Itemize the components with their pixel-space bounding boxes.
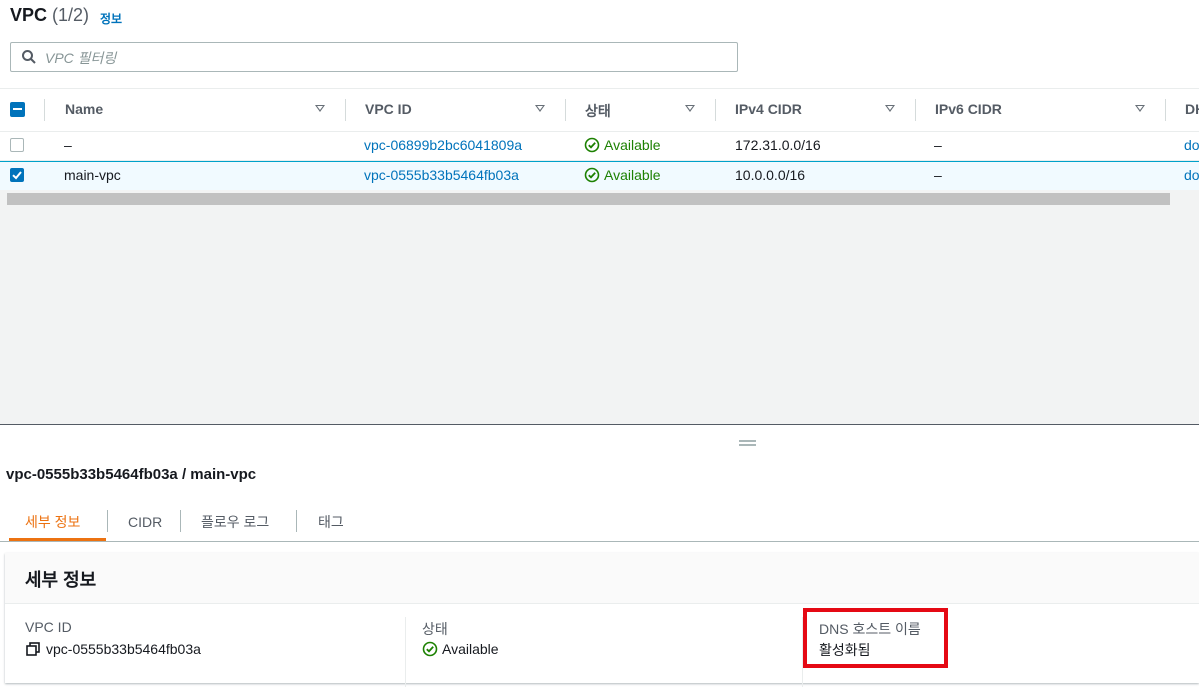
info-link[interactable]: 정보 xyxy=(100,10,122,27)
tab-tags[interactable]: 태그 xyxy=(318,512,344,532)
field-label-vpc-id: VPC ID xyxy=(25,619,72,635)
column-header-status[interactable]: 상태 xyxy=(585,101,611,121)
page-title: VPC (1/2) xyxy=(10,5,89,26)
details-panel-header xyxy=(5,553,1199,604)
highlight-box xyxy=(803,608,948,668)
row-ipv4: 10.0.0.0/16 xyxy=(735,167,806,183)
row-checkbox[interactable] xyxy=(10,138,24,152)
tab-flow-logs[interactable]: 플로우 로그 xyxy=(201,512,269,532)
page-title-text: VPC xyxy=(10,5,48,25)
check-circle-icon xyxy=(422,641,438,657)
field-value-vpc-id: vpc-0555b33b5464fb03a xyxy=(46,641,201,657)
table-row[interactable]: – vpc-06899b2bc6041809a Available 172.31… xyxy=(0,131,1199,161)
column-header-name[interactable]: Name xyxy=(65,101,103,117)
checkmark-icon xyxy=(12,171,22,180)
row-status: Available xyxy=(604,137,661,153)
sort-status-icon[interactable] xyxy=(685,105,695,112)
row-status: Available xyxy=(604,167,661,183)
check-circle-icon xyxy=(584,137,600,153)
horizontal-scrollbar[interactable] xyxy=(7,193,1170,205)
table-row-selected[interactable]: main-vpc vpc-0555b33b5464fb03a Available… xyxy=(0,161,1199,191)
panel-title: 세부 정보 xyxy=(25,570,97,590)
table-header: Name VPC ID 상태 IPv4 CIDR IPv6 CIDR DH xyxy=(0,88,1199,132)
drag-handle-icon-line[interactable] xyxy=(739,444,756,446)
search-placeholder: VPC 필터링 xyxy=(45,50,117,66)
detail-title: vpc-0555b33b5464fb03a / main-vpc xyxy=(6,466,257,483)
field-label-status: 상태 xyxy=(422,621,448,637)
row-name: main-vpc xyxy=(64,167,121,183)
sort-ipv4-icon[interactable] xyxy=(885,105,895,112)
row-dhcp-link[interactable]: do xyxy=(1184,167,1199,183)
search-input[interactable]: VPC 필터링 xyxy=(10,42,738,72)
sort-vpc-id-icon[interactable] xyxy=(535,105,545,112)
row-ipv4: 172.31.0.0/16 xyxy=(735,137,821,153)
search-icon xyxy=(22,50,36,64)
tab-cidr[interactable]: CIDR xyxy=(128,514,162,530)
column-header-dhcp[interactable]: DH xyxy=(1185,101,1199,117)
row-ipv6: – xyxy=(934,137,942,153)
selection-count: (1/2) xyxy=(52,5,90,25)
row-vpc-id-link[interactable]: vpc-06899b2bc6041809a xyxy=(364,137,522,153)
column-header-ipv4[interactable]: IPv4 CIDR xyxy=(735,101,802,117)
sort-ipv6-icon[interactable] xyxy=(1135,105,1145,112)
panel-splitter[interactable] xyxy=(0,424,1199,425)
active-tab-indicator xyxy=(9,538,106,541)
column-header-ipv6[interactable]: IPv6 CIDR xyxy=(935,101,1002,117)
row-name: – xyxy=(64,137,72,153)
select-all-checkbox[interactable] xyxy=(10,102,25,117)
table-empty-area xyxy=(0,190,1199,424)
row-checkbox-checked[interactable] xyxy=(10,168,24,182)
sort-name-icon[interactable] xyxy=(315,105,325,112)
row-vpc-id-link[interactable]: vpc-0555b33b5464fb03a xyxy=(364,167,519,183)
row-dhcp-link[interactable]: do xyxy=(1184,137,1199,153)
column-header-vpc-id[interactable]: VPC ID xyxy=(365,101,412,117)
copy-icon[interactable] xyxy=(26,642,40,656)
tab-details[interactable]: 세부 정보 xyxy=(25,512,80,532)
field-value-status: Available xyxy=(442,641,499,657)
detail-tabs: 세부 정보 CIDR 플로우 로그 태그 xyxy=(0,505,1199,542)
column-divider xyxy=(405,617,406,687)
row-ipv6: – xyxy=(934,167,942,183)
drag-handle-icon[interactable] xyxy=(739,440,756,442)
check-circle-icon xyxy=(584,167,600,183)
